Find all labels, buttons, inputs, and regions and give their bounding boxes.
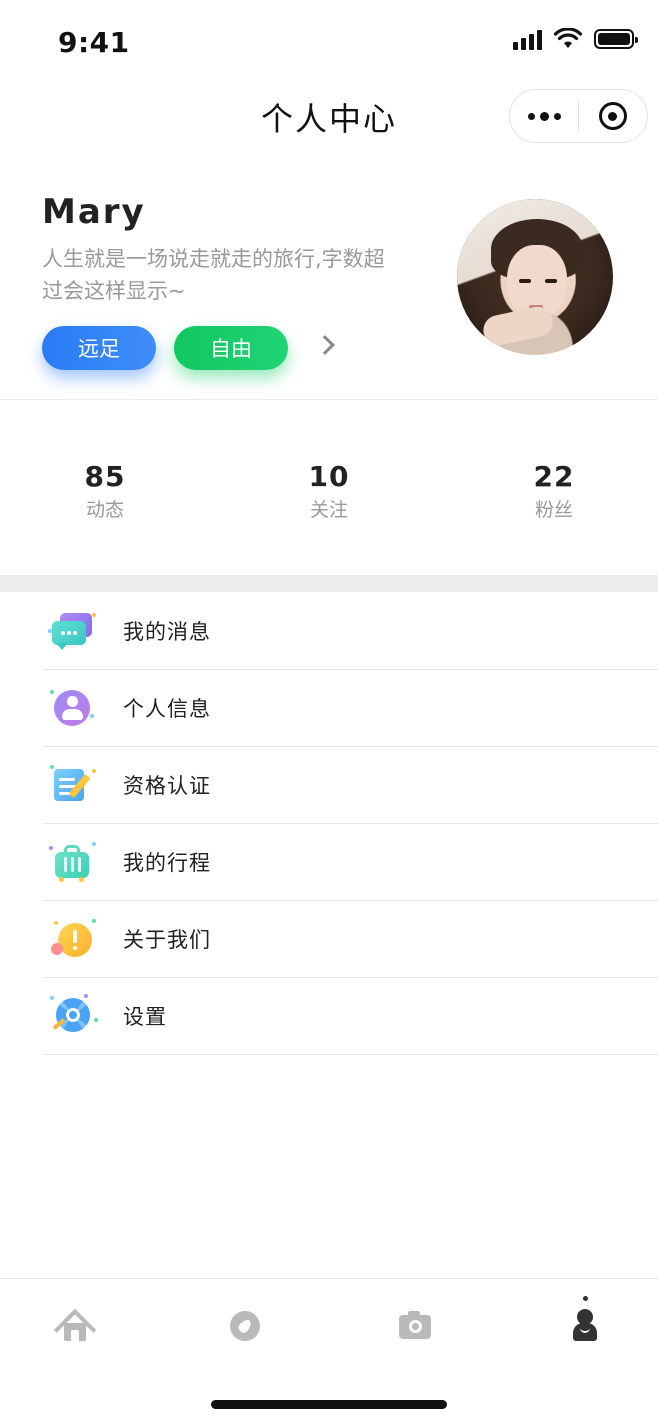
stat-posts[interactable]: 85 动态: [35, 460, 175, 522]
user-info-icon: [48, 684, 96, 732]
compass-icon[interactable]: [224, 1305, 264, 1345]
profile-name: Mary: [42, 192, 146, 232]
active-tab-indicator: [583, 1296, 588, 1301]
menu-label-messages: 我的消息: [123, 620, 211, 644]
menu-label-settings: 设置: [123, 1005, 167, 1029]
profile-bio: 人生就是一场说走就走的旅行,字数超过会这样显示~: [42, 247, 385, 303]
stat-following-label: 关注: [309, 499, 348, 521]
section-separator-band: [0, 575, 658, 592]
stat-following-value: 10: [308, 460, 350, 493]
menu-label-about: 关于我们: [123, 928, 211, 952]
profile-icon[interactable]: [565, 1305, 605, 1345]
tag-hiking[interactable]: 远足: [42, 326, 156, 370]
menu-item-personal-info[interactable]: 个人信息: [43, 670, 658, 747]
menu-label-trips: 我的行程: [123, 851, 211, 875]
menu-item-about[interactable]: 关于我们: [43, 901, 658, 978]
menu-item-certification[interactable]: 资格认证: [43, 747, 658, 824]
camera-icon[interactable]: [396, 1305, 436, 1345]
home-icon[interactable]: [53, 1305, 97, 1352]
wifi-icon: [554, 28, 582, 48]
menu-label-certification: 资格认证: [123, 774, 211, 798]
status-icons: [513, 28, 638, 50]
luggage-icon: [48, 838, 96, 886]
menu-item-settings[interactable]: 设置: [43, 978, 658, 1055]
stat-followers-value: 22: [533, 460, 575, 493]
cellular-signal-icon: [513, 28, 542, 50]
menu-item-trips[interactable]: 我的行程: [43, 824, 658, 901]
status-time: 9:41: [58, 26, 130, 59]
more-options-icon[interactable]: [510, 90, 578, 142]
menu-label-personal-info: 个人信息: [123, 697, 211, 721]
about-icon: [48, 915, 96, 963]
stat-following[interactable]: 10 关注: [259, 460, 399, 522]
message-icon: [48, 607, 96, 655]
avatar[interactable]: [457, 199, 613, 355]
menu-item-messages[interactable]: 我的消息: [43, 593, 658, 670]
stat-posts-value: 85: [84, 460, 126, 493]
miniprogram-capsule: [509, 89, 648, 143]
chevron-right-icon[interactable]: [315, 335, 335, 355]
stat-followers[interactable]: 22 粉丝: [484, 460, 624, 522]
settings-gear-icon: [48, 992, 98, 1040]
section-divider: [0, 399, 658, 400]
home-indicator[interactable]: [211, 1400, 447, 1409]
close-miniprogram-icon[interactable]: [579, 90, 647, 142]
certification-icon: [48, 761, 96, 809]
stat-followers-label: 粉丝: [534, 499, 573, 521]
battery-icon: [594, 29, 638, 49]
stat-posts-label: 动态: [85, 499, 124, 521]
tag-freedom[interactable]: 自由: [174, 326, 288, 370]
